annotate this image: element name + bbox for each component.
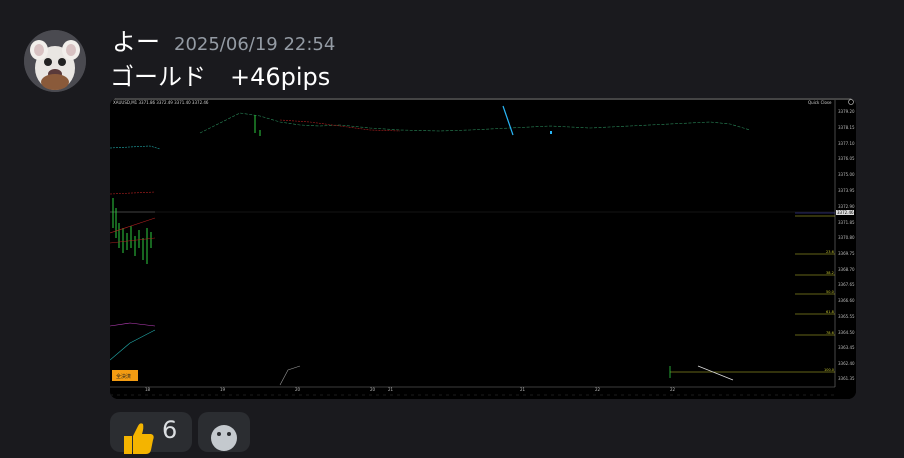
date-label: 20 [370,387,376,392]
add-reaction-icon [211,425,237,451]
fib-label: 23.6 [826,250,834,254]
avatar[interactable] [24,30,86,92]
price-label: 3378.15 [838,125,855,130]
price-label: 3369.75 [838,251,855,256]
reaction-thumbs-up[interactable]: 6 [110,412,192,454]
fib-label: 78.6 [826,331,834,335]
image-attachment[interactable]: XAUUSD,M1 3371.86 3372.49 3371.40 3372.4… [110,98,856,399]
date-label: 22 [595,387,601,392]
price-label: 3372.90 [838,204,855,209]
message-content: ゴールド +46pips [110,63,331,91]
date-label: 20 [295,387,301,392]
current-price-label: 3372.46 [837,210,854,215]
quick-close-label: Quick Close [808,100,832,105]
fib-label: 38.2 [826,271,834,275]
fib-label: 50.0 [826,290,834,294]
add-reaction-button[interactable] [198,412,250,452]
avatar-image [24,30,86,92]
price-label: 3367.65 [838,282,855,287]
price-label: 3379.20 [838,109,855,114]
author-name[interactable]: よー [112,27,160,57]
price-label: 3376.05 [838,156,855,161]
date-label: 21 [520,387,526,392]
price-label: 3370.80 [838,235,855,240]
fib-label: 61.8 [826,310,834,314]
reaction-count: 6 [162,416,178,444]
price-label: 3375.00 [838,172,855,177]
date-label: 22 [670,387,676,392]
fib-label: 100.0 [824,368,834,372]
price-label: 3368.70 [838,267,855,272]
date-label: 18 [145,387,151,392]
date-label: 19 [220,387,226,392]
price-label: 3365.55 [838,314,855,319]
chart-symbol-title: XAUUSD,M1 3371.86 3372.49 3371.40 3372.4… [113,100,209,105]
price-label: 3361.35 [838,376,855,381]
price-label: 3364.50 [838,330,855,335]
price-label: 3362.40 [838,361,855,366]
price-label: 3366.60 [838,298,855,303]
thumbs-up-icon [124,423,154,454]
price-label: 3373.95 [838,188,855,193]
price-label: 3377.10 [838,141,855,146]
trading-chart-screenshot: XAUUSD,M1 3371.86 3372.49 3371.40 3372.4… [110,98,856,399]
date-label: 21 [388,387,394,392]
price-label: 3371.85 [838,220,855,225]
price-label: 3363.45 [838,345,855,350]
close-all-button-label: 全決済 [116,373,131,380]
message-timestamp: 2025/06/19 22:54 [174,34,336,55]
